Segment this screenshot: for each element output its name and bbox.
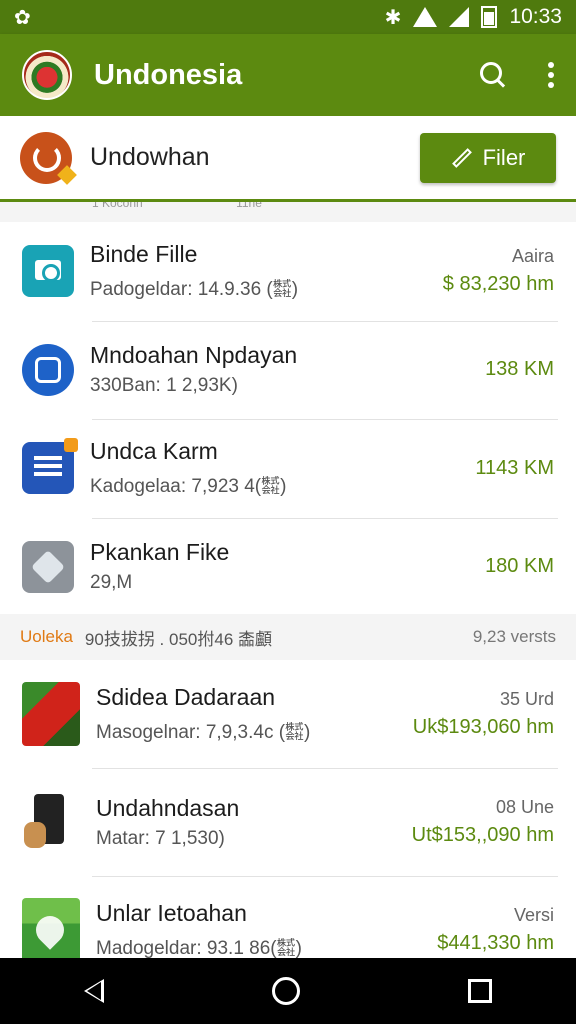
app-list: Sdidea Dadaraan Masogelnar: 7,9,3.4c (㍿)…	[0, 660, 576, 984]
item-subtitle: Madogeldar: 93.1 86(㍿)	[96, 938, 302, 959]
list-item[interactable]: Undca Karm Kadogelaa: 7,923 4(㍿) 1143 KM	[0, 419, 576, 518]
section-accent: Uoleka	[20, 627, 73, 646]
faded-header-row: 1 Koconn 11ne	[0, 202, 576, 222]
bluetooth-icon: ✱	[384, 6, 402, 29]
item-subtitle: 330Ban: 1 2,93K)	[90, 375, 238, 397]
status-bar: ✿ ✱ 10:33	[0, 0, 576, 34]
uc-logo-icon	[20, 131, 72, 184]
item-title: Sdidea Dadaraan	[96, 684, 276, 710]
app-title: Undonesia	[94, 58, 243, 91]
item-subtitle: Masogelnar: 7,9,3.4c (㍿)	[96, 722, 311, 743]
header-title: Undowhan	[90, 143, 210, 171]
item-subtitle: Padogeldar: 14.9.36 (㍿)	[90, 279, 299, 301]
item-meta-top: 08 Une	[495, 797, 554, 817]
section-right-label: 9,23 versts	[472, 627, 556, 646]
battery-icon	[481, 6, 498, 28]
home-icon[interactable]	[272, 977, 300, 1005]
header-card: Undowhan Filer	[0, 116, 576, 202]
item-meta-top: 35 Urd	[499, 689, 554, 709]
item-title: Undahndasan	[96, 794, 240, 821]
section-header: Uoleka 90技拔拐 . 050拊46 㮺顱 9,23 versts	[0, 614, 576, 660]
item-meta-bottom: 1143 KM	[475, 456, 554, 479]
item-subtitle: Matar: 7 1,530)	[96, 827, 225, 849]
list-item[interactable]: Undahndasan Matar: 7 1,530) 08 Une Ut$15…	[0, 768, 576, 876]
item-subtitle: 29,M	[90, 572, 133, 594]
item-subtitle: Kadogelaa: 7,923 4(㍿)	[90, 476, 287, 498]
item-title: Unlar Ietoahan	[96, 900, 247, 926]
filter-button-label: Filer	[482, 144, 526, 170]
item-meta-bottom: Ut$153,,090 hm	[411, 824, 554, 846]
item-title: Pkankan Fike	[90, 539, 230, 566]
item-meta-top: Aaira	[511, 246, 554, 267]
item-meta-bottom: $ 83,230 hm	[442, 273, 554, 296]
ring-icon	[22, 343, 74, 396]
recents-icon[interactable]	[468, 979, 492, 1003]
notification-icon: ✿	[14, 6, 31, 29]
system-nav-bar	[0, 958, 576, 1024]
item-meta-bottom: 138 KM	[485, 358, 554, 381]
pencil-icon	[451, 147, 472, 168]
list-item[interactable]: Binde Fille Padogeldar: 14.9.36 (㍿) Aair…	[0, 222, 576, 321]
wifi-icon	[413, 7, 437, 27]
signal-icon	[449, 7, 470, 27]
tag-icon	[22, 540, 74, 593]
document-icon	[22, 438, 78, 495]
map-icon	[22, 898, 80, 962]
item-meta-bottom: Uk$193,060 hm	[412, 716, 554, 738]
item-title: Mndoahan Npdayan	[90, 342, 298, 369]
status-time: 10:33	[509, 5, 562, 28]
list-item[interactable]: Pkankan Fike 29,M 180 KM	[0, 517, 576, 617]
camera-icon	[22, 245, 74, 298]
item-meta-bottom: 180 KM	[485, 555, 554, 578]
section-label: 90技拔拐 . 050拊46 㮺顱	[84, 629, 272, 649]
app-bar: Undonesia	[0, 34, 576, 116]
game-icon	[22, 682, 80, 746]
list-item[interactable]: Mndoahan Npdayan 330Ban: 1 2,93K) 138 KM	[0, 320, 576, 420]
phone-icon	[22, 790, 80, 854]
app-logo-icon	[22, 50, 72, 100]
item-title: Undca Karm	[90, 438, 218, 465]
more-options-icon[interactable]	[548, 62, 554, 88]
list-item[interactable]: Sdidea Dadaraan Masogelnar: 7,9,3.4c (㍿)…	[0, 660, 576, 768]
item-meta-bottom: $441,330 hm	[437, 932, 554, 954]
item-meta-top: Versi	[513, 905, 554, 925]
item-title: Binde Fille	[90, 241, 198, 268]
filter-button[interactable]: Filer	[420, 132, 556, 183]
search-icon[interactable]	[480, 62, 506, 88]
back-icon[interactable]	[84, 979, 104, 1003]
file-list: Binde Fille Padogeldar: 14.9.36 (㍿) Aair…	[0, 222, 576, 616]
